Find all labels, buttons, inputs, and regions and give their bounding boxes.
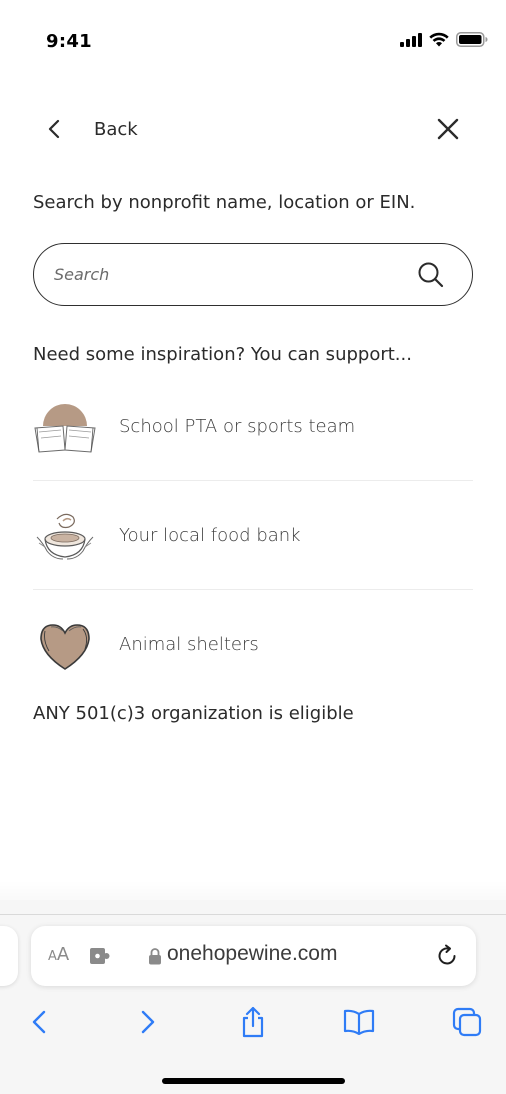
browser-toolbar: [0, 1000, 506, 1044]
previous-tab-preview[interactable]: [0, 926, 18, 986]
tabs-button[interactable]: [449, 1004, 485, 1040]
suggestion-label: School PTA or sports team: [119, 415, 356, 437]
reload-icon[interactable]: [434, 943, 460, 969]
search-box[interactable]: [33, 243, 473, 306]
suggestion-list: School PTA or sports team Your local foo…: [33, 372, 473, 699]
close-icon[interactable]: [432, 113, 464, 145]
back-label: Back: [94, 118, 138, 140]
book-icon: [343, 1009, 375, 1035]
browser-forward-button[interactable]: [130, 1004, 166, 1040]
cellular-signal-icon: [400, 32, 422, 47]
suggestion-school-pta[interactable]: School PTA or sports team: [33, 372, 473, 481]
status-bar: 9:41: [0, 0, 506, 80]
inspiration-heading: Need some inspiration? You can support..…: [33, 344, 412, 365]
search-heading: Search by nonprofit name, location or EI…: [33, 192, 416, 213]
browser-divider: [0, 914, 506, 915]
suggestion-label: Your local food bank: [119, 524, 301, 546]
suggestion-food-bank[interactable]: Your local food bank: [33, 481, 473, 590]
home-indicator: [162, 1078, 345, 1084]
status-time: 9:41: [46, 31, 92, 52]
suggestion-label: Animal shelters: [119, 634, 259, 655]
chevron-left-icon: [32, 1010, 46, 1034]
share-icon: [242, 1006, 264, 1038]
search-input[interactable]: [54, 265, 416, 284]
status-icons: [400, 32, 488, 47]
lock-icon: [149, 948, 161, 965]
tabs-icon: [452, 1007, 482, 1037]
aa-small-label: A: [48, 949, 57, 964]
back-button[interactable]: Back: [48, 108, 138, 150]
reader-text-size-button[interactable]: AA: [48, 944, 69, 965]
battery-icon: [456, 32, 488, 47]
nav-row: Back: [0, 108, 506, 150]
search-icon[interactable]: [416, 260, 446, 290]
chevron-left-icon: [48, 119, 60, 139]
bookmarks-button[interactable]: [341, 1004, 377, 1040]
aa-big-label: A: [56, 944, 70, 965]
heart-illustration-icon: [40, 623, 90, 670]
extension-puzzle-icon[interactable]: [88, 945, 112, 967]
address-bar[interactable]: AA onehopewine.com: [31, 926, 476, 986]
browser-back-button[interactable]: [21, 1004, 57, 1040]
url-text: onehopewine.com: [167, 942, 338, 965]
share-button[interactable]: [235, 1004, 271, 1040]
wifi-icon: [429, 32, 449, 47]
chevron-right-icon: [141, 1010, 155, 1034]
food-bowl-illustration-icon: [36, 513, 94, 560]
suggestion-animal-shelters[interactable]: Animal shelters: [33, 590, 473, 699]
book-illustration-icon: [34, 404, 96, 453]
eligibility-note: ANY 501(c)3 organization is eligible: [33, 703, 354, 724]
